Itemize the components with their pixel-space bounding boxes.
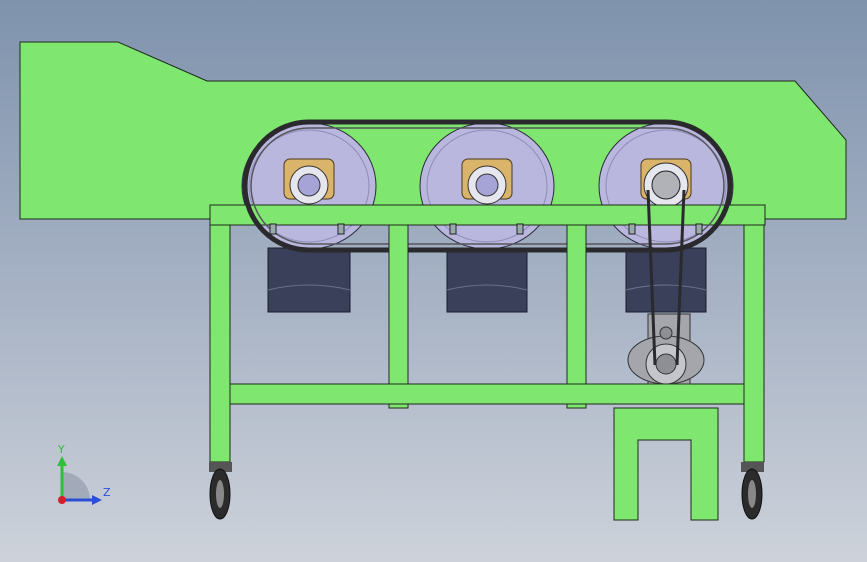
coordinate-triad — [57, 456, 102, 505]
caster-wheel-left — [209, 462, 232, 520]
hopper-2 — [446, 247, 528, 313]
electric-motor — [627, 313, 705, 385]
conveyor-assembly-drawing — [19, 41, 847, 521]
y-axis-label: Y — [58, 443, 65, 456]
z-axis-label: Z — [103, 486, 111, 499]
roller-2 — [419, 122, 555, 250]
hopper-1 — [267, 247, 351, 313]
drive-pulley — [651, 170, 681, 200]
frame-post-2 — [566, 224, 587, 409]
motor-stand — [613, 407, 719, 521]
frame-lower-rail — [229, 383, 745, 405]
frame-leg-left — [209, 224, 231, 463]
hopper-3 — [625, 247, 707, 313]
cad-viewport[interactable]: Y Z — [0, 0, 867, 562]
caster-wheel-right — [741, 462, 764, 520]
frame-post-1 — [388, 224, 409, 409]
frame-leg-right — [743, 224, 765, 463]
